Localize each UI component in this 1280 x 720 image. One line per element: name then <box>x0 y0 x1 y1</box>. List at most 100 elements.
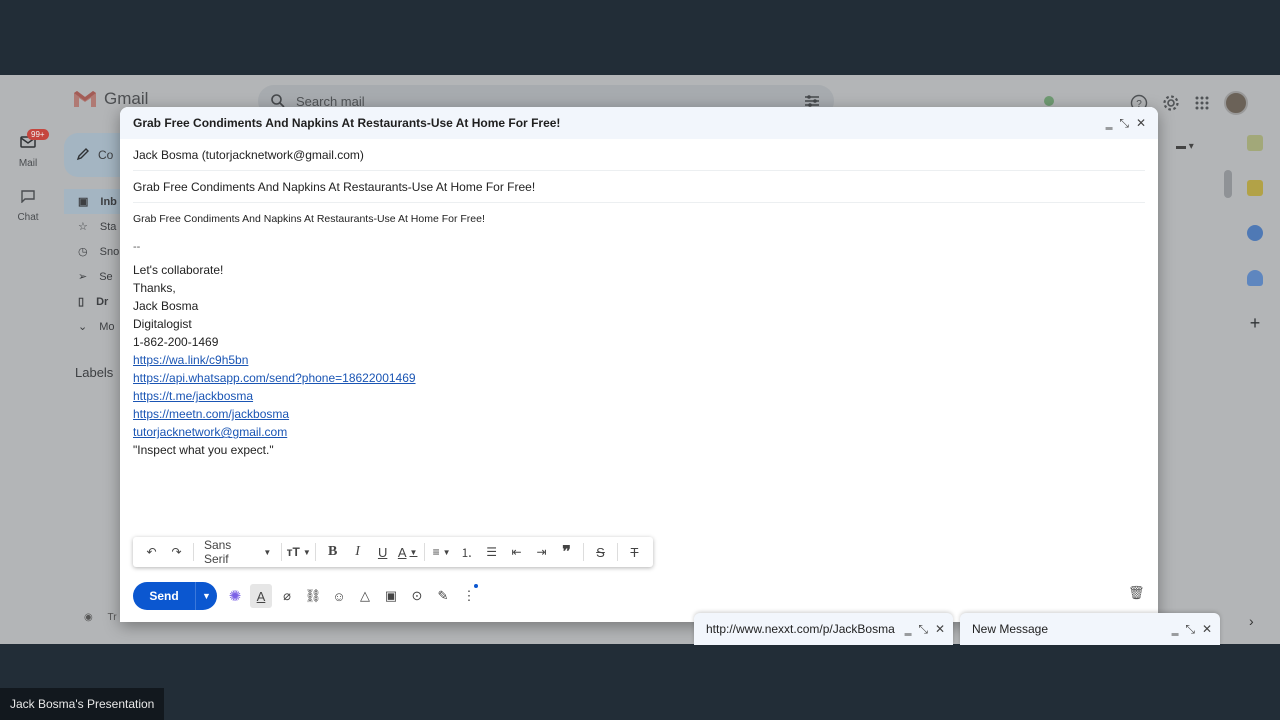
signature-pen-icon[interactable]: ✎ <box>432 584 454 608</box>
signature-link[interactable]: https://wa.link/c9h5bn <box>133 353 248 367</box>
quote-icon[interactable]: ❞ <box>554 540 579 564</box>
insert-photo-icon[interactable]: ▣ <box>380 584 402 608</box>
chevron-down-icon: ⌄ <box>78 321 88 333</box>
right-rail: + <box>1240 135 1270 360</box>
settings-gear-icon[interactable] <box>1162 94 1180 112</box>
tasks-icon[interactable] <box>1247 225 1263 241</box>
draft-icon: ▯ <box>78 296 85 308</box>
indent-more-icon[interactable]: ⇥ <box>529 540 554 564</box>
compose-window: Grab Free Condiments And Napkins At Rest… <box>120 107 1158 622</box>
subject-value: Grab Free Condiments And Napkins At Rest… <box>133 179 536 194</box>
add-addon-icon[interactable]: + <box>1247 314 1263 332</box>
underline-icon[interactable]: U <box>370 540 395 564</box>
font-size-icon[interactable]: тT ▼ <box>286 540 311 564</box>
compose-label: Co <box>98 148 114 162</box>
expand-icon[interactable]: ⤡ <box>918 622 928 637</box>
upgrade-row[interactable]: ◉ Tr <box>84 612 117 623</box>
rail-chat[interactable]: Chat <box>0 189 56 223</box>
signature-line: Digitalogist <box>133 317 192 331</box>
send-icon: ➢ <box>78 271 88 283</box>
exit-fullscreen-icon[interactable]: ⤡ <box>1119 116 1129 131</box>
minimized-draft[interactable]: New Message ‗ ⤡ ✕ <box>960 613 1220 645</box>
minimized-draft-title: New Message <box>972 622 1049 636</box>
minimize-icon[interactable]: ‗ <box>1172 622 1179 637</box>
from-value: Jack Bosma (tutorjacknetwork@gmail.com) <box>133 147 364 162</box>
font-family-select[interactable]: Sans Serif ▼ <box>198 538 277 566</box>
from-field[interactable]: Jack Bosma (tutorjacknetwork@gmail.com) <box>133 139 1145 171</box>
signature-link[interactable]: https://meetn.com/jackbosma <box>133 407 289 421</box>
signature-link[interactable]: https://t.me/jackbosma <box>133 389 253 403</box>
divider <box>193 543 194 561</box>
signature-line: Thanks, <box>133 281 176 295</box>
compose-title: Grab Free Condiments And Napkins At Rest… <box>133 116 561 130</box>
clock-icon: ◷ <box>78 246 88 258</box>
rail-mail[interactable]: 99+ Mail <box>0 129 56 169</box>
confidential-mode-icon[interactable]: ⊙ <box>406 584 428 608</box>
align-icon[interactable]: ≡ ▼ <box>429 540 454 564</box>
unread-badge: 99+ <box>27 129 49 140</box>
rail-chat-label: Chat <box>17 212 39 223</box>
send-group: Send ▼ <box>133 582 217 610</box>
gmail-logo[interactable]: Gmail <box>72 89 148 109</box>
sparkle-icon[interactable]: ✺ <box>224 584 246 608</box>
signature-quote: "Inspect what you expect." <box>133 443 274 457</box>
minimize-icon[interactable]: ‗ <box>905 622 912 637</box>
labels-heading: Labels <box>75 365 114 380</box>
compose-header[interactable]: Grab Free Condiments And Napkins At Rest… <box>120 107 1158 139</box>
discard-draft-icon[interactable]: 🗑 <box>1128 585 1145 601</box>
signature-separator: -- <box>133 241 141 253</box>
italic-icon[interactable]: I <box>345 540 370 564</box>
calendar-icon[interactable] <box>1247 135 1263 151</box>
numbered-list-icon[interactable]: ⒈ <box>454 540 479 564</box>
text-color-icon[interactable]: A ▼ <box>395 540 420 564</box>
inbox-icon: ▣ <box>78 196 89 208</box>
body-first-line: Grab Free Condiments And Napkins At Rest… <box>133 213 485 225</box>
more-options-icon[interactable]: ⋮ <box>458 584 480 608</box>
divider <box>281 543 283 561</box>
presenter-label: Jack Bosma's Presentation <box>0 688 165 720</box>
remove-formatting-icon[interactable]: T <box>622 540 647 564</box>
undo-icon[interactable]: ↶ <box>139 540 164 564</box>
strikethrough-icon[interactable]: S <box>588 540 613 564</box>
subject-field[interactable]: Grab Free Condiments And Napkins At Rest… <box>133 171 1145 203</box>
window-controls: ‗ ⤡ ✕ <box>1106 116 1146 131</box>
chat-icon <box>0 189 56 208</box>
expand-icon[interactable]: ⤡ <box>1185 622 1195 637</box>
insert-link-icon[interactable]: ⛓ <box>302 584 324 608</box>
indent-less-icon[interactable]: ⇤ <box>504 540 529 564</box>
pencil-icon <box>76 147 90 164</box>
gmail-m-icon <box>72 89 98 109</box>
bold-icon[interactable]: B <box>320 540 345 564</box>
signature-line: 1-862-200-1469 <box>133 335 219 349</box>
formatting-options-icon[interactable]: A <box>250 584 272 608</box>
apps-grid-icon[interactable] <box>1194 95 1210 111</box>
minimize-icon[interactable]: ‗ <box>1106 116 1113 131</box>
message-body[interactable]: Grab Free Condiments And Napkins At Rest… <box>120 203 1158 459</box>
bulleted-list-icon[interactable]: ☰ <box>479 540 504 564</box>
drive-icon[interactable]: △ <box>354 584 376 608</box>
send-button[interactable]: Send <box>133 582 195 610</box>
close-icon[interactable]: ✕ <box>1202 622 1212 637</box>
keep-icon[interactable] <box>1247 180 1263 196</box>
divider <box>617 543 618 561</box>
scrollbar[interactable] <box>1224 170 1232 198</box>
close-icon[interactable]: ✕ <box>935 622 945 637</box>
input-tools-icon[interactable]: ▬ ▾ <box>1176 141 1194 152</box>
close-icon[interactable]: ✕ <box>1136 116 1146 131</box>
avatar[interactable] <box>1224 91 1248 115</box>
window-controls: ‗ ⤡ ✕ <box>905 622 945 637</box>
attach-file-icon[interactable]: ⌀ <box>276 584 298 608</box>
schedule-send-dropdown-icon[interactable]: ▼ <box>195 582 217 610</box>
minimized-draft-title: http://www.nexxt.com/p/JackBosma <box>706 622 895 636</box>
minimized-draft[interactable]: http://www.nexxt.com/p/JackBosma ‗ ⤡ ✕ <box>694 613 953 645</box>
rail-mail-label: Mail <box>18 158 38 169</box>
chevron-right-icon[interactable]: › <box>1249 613 1254 629</box>
signature-link[interactable]: https://api.whatsapp.com/send?phone=1862… <box>133 371 416 385</box>
search-options-icon[interactable] <box>804 94 820 108</box>
contacts-icon[interactable] <box>1247 270 1263 286</box>
status-dot-icon[interactable] <box>1044 96 1054 106</box>
emoji-icon[interactable]: ☺ <box>328 584 350 608</box>
redo-icon[interactable]: ↷ <box>164 540 189 564</box>
left-rail: 99+ Mail Chat <box>0 129 56 243</box>
signature-email-link[interactable]: tutorjacknetwork@gmail.com <box>133 425 287 439</box>
